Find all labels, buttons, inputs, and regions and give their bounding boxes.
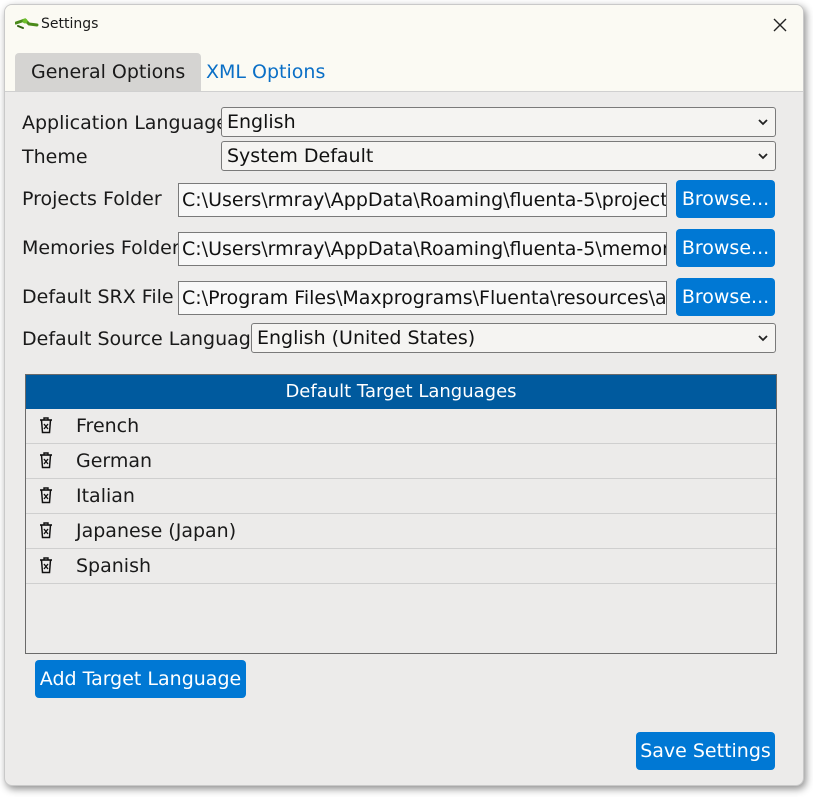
projects-folder-field[interactable]: C:\Users\rmray\AppData\Roaming\fluenta-5… [178, 183, 667, 217]
chevron-down-icon [758, 335, 768, 342]
application-language-value: English [227, 111, 296, 133]
list-item-label: Japanese (Japan) [76, 520, 237, 542]
save-settings-button[interactable]: Save Settings [636, 732, 775, 770]
list-item[interactable]: Spanish [26, 549, 776, 584]
theme-label: Theme [22, 146, 88, 168]
trash-icon[interactable] [38, 451, 54, 469]
tab-xml-options[interactable]: XML Options [190, 53, 341, 91]
theme-select[interactable]: System Default [221, 141, 776, 171]
trash-icon[interactable] [38, 416, 54, 434]
projects-folder-label: Projects Folder [22, 188, 162, 210]
general-options-panel: Application Language English Theme Syste… [5, 91, 803, 785]
chevron-down-icon [758, 119, 768, 126]
default-source-language-value: English (United States) [257, 327, 476, 349]
fluenta-logo-icon [15, 18, 39, 29]
close-icon [773, 18, 787, 32]
chevron-down-icon [758, 153, 768, 160]
memories-folder-label: Memories Folder [22, 237, 180, 259]
window-title: Settings [41, 16, 99, 32]
target-languages-header: Default Target Languages [26, 375, 776, 409]
list-item-label: Spanish [76, 555, 152, 577]
default-source-language-select[interactable]: English (United States) [251, 323, 776, 353]
tab-bar: General Options XML Options [5, 45, 803, 91]
projects-browse-button[interactable]: Browse... [676, 180, 775, 218]
target-languages-table: Default Target Languages French German Ita… [25, 374, 777, 654]
trash-icon[interactable] [38, 521, 54, 539]
list-item[interactable]: Italian [26, 479, 776, 514]
srx-browse-button[interactable]: Browse... [676, 278, 775, 316]
trash-icon[interactable] [38, 486, 54, 504]
title-bar: Settings [5, 5, 803, 45]
list-item-label: German [76, 450, 153, 472]
list-item-label: Italian [76, 485, 135, 507]
list-item[interactable]: German [26, 444, 776, 479]
settings-window: Settings General Options XML Options App… [4, 4, 804, 786]
default-srx-label: Default SRX File [22, 286, 174, 308]
add-target-language-button[interactable]: Add Target Language [35, 660, 246, 698]
application-language-select[interactable]: English [221, 107, 776, 137]
tab-general-options[interactable]: General Options [15, 53, 202, 91]
memories-folder-field[interactable]: C:\Users\rmray\AppData\Roaming\fluenta-5… [178, 232, 667, 266]
default-source-language-label: Default Source Language [22, 328, 263, 350]
memories-browse-button[interactable]: Browse... [676, 229, 775, 267]
list-item[interactable]: Japanese (Japan) [26, 514, 776, 549]
trash-icon[interactable] [38, 556, 54, 574]
target-languages-list: French German Italian Japanese (Japan) Spani… [26, 409, 776, 584]
close-button[interactable] [765, 11, 795, 39]
application-language-label: Application Language [22, 112, 228, 134]
default-srx-field[interactable]: C:\Program Files\Maxprograms\Fluenta\res… [178, 281, 667, 315]
list-item[interactable]: French [26, 409, 776, 444]
list-item-label: French [76, 415, 140, 437]
theme-value: System Default [227, 145, 374, 167]
